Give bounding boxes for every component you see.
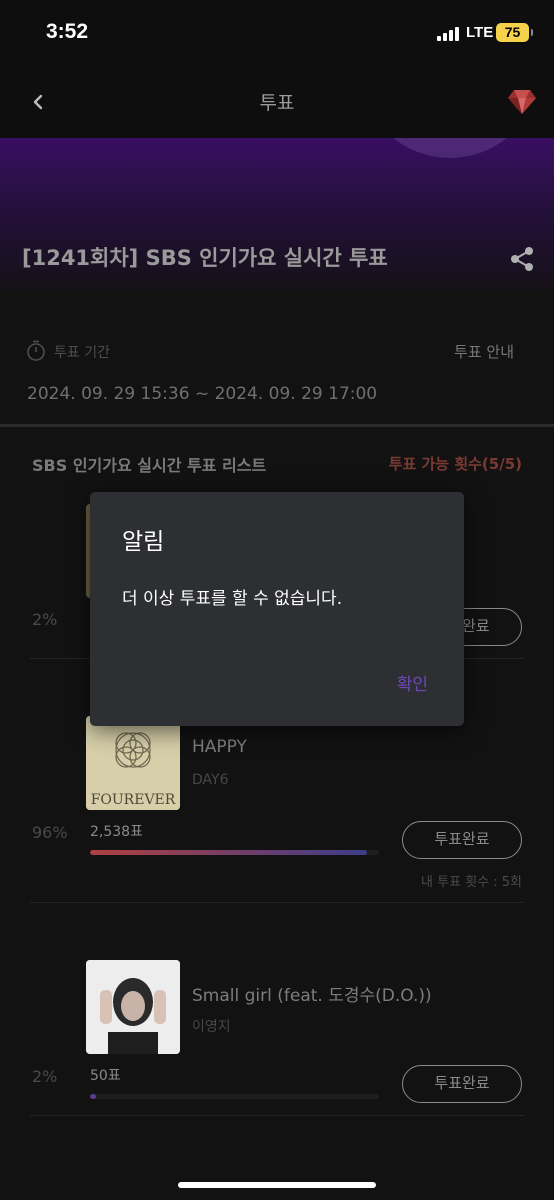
- banner-decoration: [360, 138, 540, 158]
- album-thumbnail: [86, 960, 180, 1054]
- song-artist: DAY6: [192, 772, 229, 788]
- nav-bar: 투표: [0, 66, 554, 138]
- vote-guide-link[interactable]: 투표 안내: [454, 341, 514, 362]
- item-divider: [30, 1115, 524, 1116]
- vote-percent: 96%: [32, 823, 68, 842]
- share-icon[interactable]: [508, 244, 536, 274]
- vote-period-range: 2024. 09. 29 15:36 ~ 2024. 09. 29 17:00: [27, 384, 378, 404]
- status-time: 3:52: [46, 20, 89, 43]
- signal-icon: [437, 27, 459, 41]
- song-artist: 이영지: [192, 1019, 231, 1035]
- vote-button[interactable]: 투표완료: [402, 1065, 522, 1103]
- home-indicator[interactable]: [178, 1182, 376, 1188]
- vote-progress-fill: [90, 850, 368, 855]
- song-title: HAPPY: [192, 737, 247, 757]
- vote-progress-fill: [90, 1094, 96, 1099]
- vote-progress-bar: [90, 1094, 379, 1099]
- vote-count: 2,538표: [90, 824, 143, 840]
- gem-icon[interactable]: [506, 86, 538, 116]
- vote-remaining-count: 투표 가능 횟수(5/5): [388, 455, 522, 473]
- page-title: 투표: [259, 92, 295, 114]
- item-divider: [30, 902, 524, 903]
- event-banner: [1241회차] SBS 인기가요 실시간 투표: [0, 138, 554, 290]
- section-divider: [0, 424, 554, 427]
- vote-period-section: 투표 기간 투표 안내 2024. 09. 29 15:36 ~ 2024. 0…: [0, 290, 554, 424]
- vote-button[interactable]: 투표완료: [402, 821, 522, 859]
- vote-percent: 2%: [32, 610, 58, 629]
- album-art-text: FOUREVER: [91, 792, 176, 808]
- network-label: LTE: [466, 24, 494, 41]
- alert-dialog: 알림 더 이상 투표를 할 수 없습니다. 확인: [90, 492, 464, 726]
- timer-icon: [27, 340, 45, 361]
- event-title: [1241회차] SBS 인기가요 실시간 투표: [22, 246, 388, 270]
- album-art-image: [86, 960, 180, 1054]
- album-thumbnail: FOUREVER: [86, 716, 180, 810]
- battery-icon: 75: [496, 23, 533, 42]
- vote-list-title: SBS 인기가요 실시간 투표 리스트: [32, 456, 267, 475]
- album-art-image: FOUREVER: [86, 716, 180, 810]
- vote-percent: 2%: [32, 1067, 58, 1086]
- vote-count: 50표: [90, 1068, 121, 1084]
- vote-progress-bar: [90, 850, 379, 855]
- my-vote-count: 내 투표 횟수 : 5회: [421, 875, 522, 890]
- dialog-message: 더 이상 투표를 할 수 없습니다.: [122, 589, 343, 609]
- confirm-button[interactable]: 확인: [397, 670, 428, 695]
- song-title: Small girl (feat. 도경수(D.O.)): [192, 986, 432, 1006]
- vote-period-label: 투표 기간: [54, 345, 110, 361]
- status-bar: 3:52 LTE 75: [0, 0, 554, 66]
- dialog-title: 알림: [122, 529, 165, 555]
